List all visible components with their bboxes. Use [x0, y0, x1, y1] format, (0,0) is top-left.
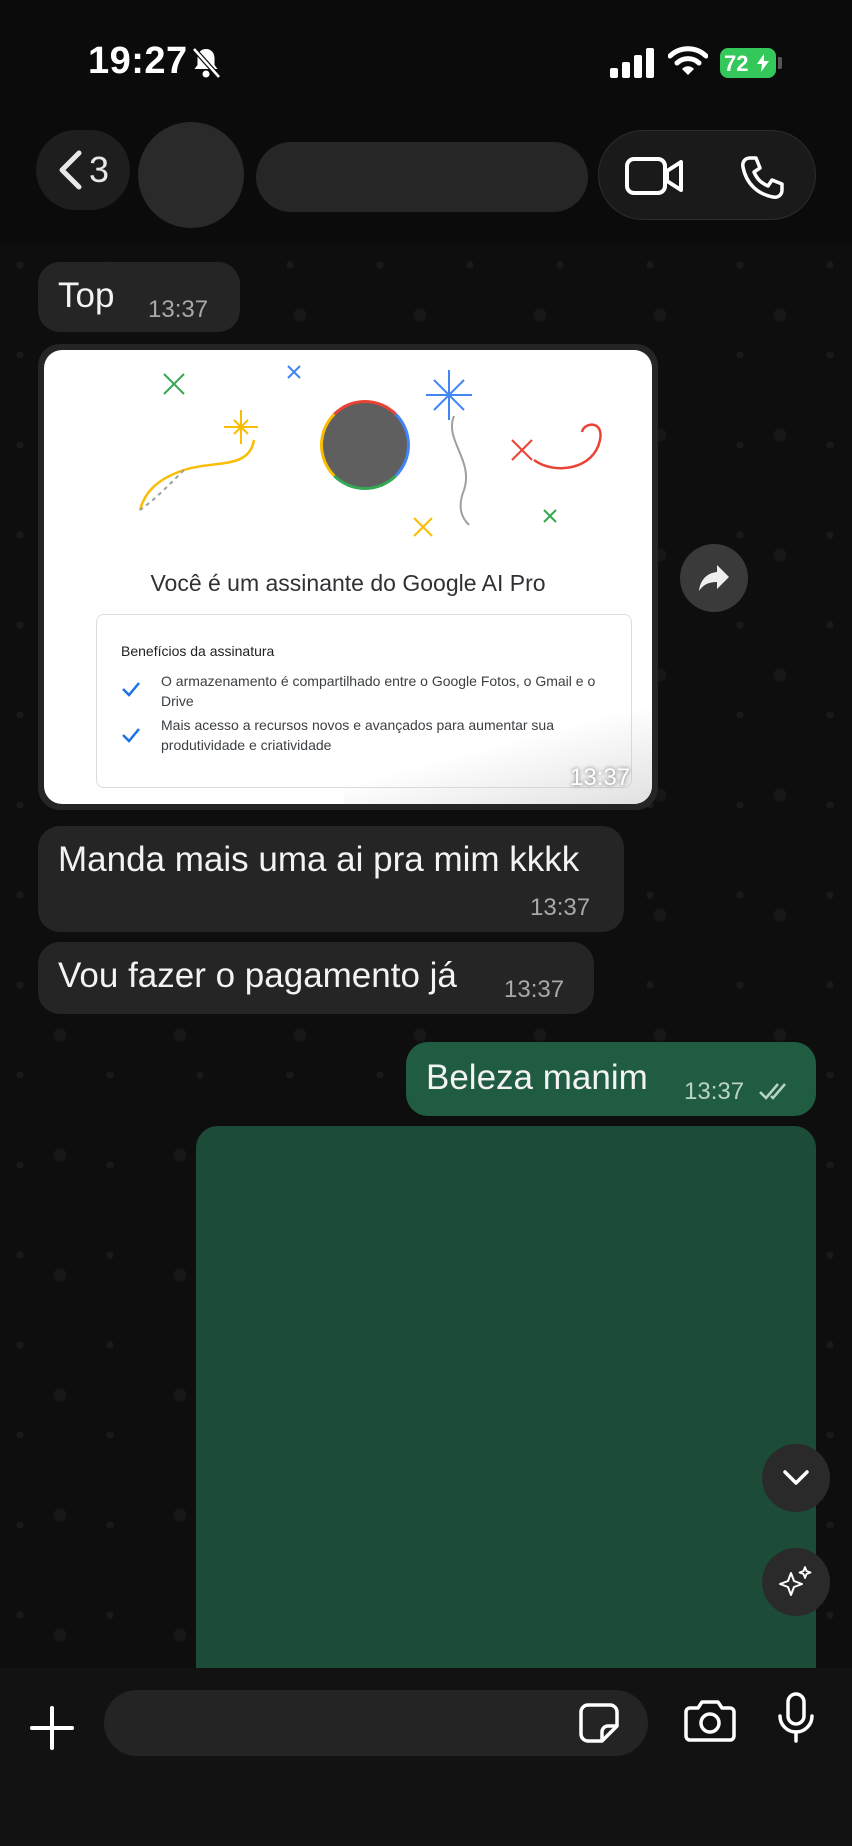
sticker-icon[interactable]: [578, 1702, 620, 1744]
forward-button[interactable]: [680, 544, 748, 612]
chevron-down-icon: [783, 1470, 809, 1485]
message-bubble[interactable]: Manda mais uma ai pra mim kkkk 13:37: [38, 826, 624, 932]
message-bubble[interactable]: Top 13:37: [38, 262, 240, 332]
bell-slash-icon: [192, 47, 221, 79]
message-time: 13:37: [504, 976, 565, 1003]
message-time: 13:37: [570, 764, 631, 791]
message-time: 13:37: [684, 1078, 745, 1105]
video-call-icon[interactable]: [625, 157, 683, 195]
call-actions: [598, 130, 816, 220]
message-time: 13:37: [148, 296, 209, 323]
unread-count: 3: [88, 149, 110, 190]
forward-icon: [699, 565, 729, 591]
message-bubble[interactable]: Vou fazer o pagamento já 13:37: [38, 942, 594, 1014]
battery-nub: [778, 57, 782, 69]
charging-bolt-icon: [757, 54, 769, 72]
battery-indicator: 72: [720, 48, 776, 78]
contact-avatar[interactable]: [138, 122, 244, 228]
google-avatar-circle: [320, 400, 410, 490]
image-preview[interactable]: Você é um assinante do Google AI Pro Ben…: [44, 350, 652, 804]
phone-icon[interactable]: [739, 155, 785, 201]
signal-icon: [610, 48, 654, 78]
double-check-icon: [759, 1083, 786, 1100]
composer-bar: [0, 1668, 852, 1846]
check-icon: [122, 728, 140, 743]
camera-icon[interactable]: [684, 1698, 736, 1742]
chat-header: 3: [0, 120, 852, 245]
battery-level: 72: [724, 51, 749, 76]
scroll-down-button[interactable]: [762, 1444, 830, 1512]
message-text: Vou fazer o pagamento já: [58, 956, 457, 995]
benefit-item: O armazenamento é compartilhado entre o …: [161, 673, 596, 709]
image-message[interactable]: Você é um assinante do Google AI Pro Ben…: [38, 344, 658, 810]
ai-sparkle-icon: [779, 1566, 812, 1596]
ai-assistant-button[interactable]: [762, 1548, 830, 1616]
contact-name[interactable]: [256, 142, 588, 212]
outgoing-media-message[interactable]: [196, 1126, 816, 1670]
message-input[interactable]: [104, 1690, 648, 1756]
plus-icon: [30, 1706, 74, 1750]
message-time: 13:37: [530, 894, 591, 921]
wifi-icon: [668, 46, 708, 75]
message-bubble-outgoing[interactable]: Beleza manim 13:37: [406, 1042, 816, 1116]
message-text: Beleza manim: [426, 1058, 648, 1097]
back-button[interactable]: 3: [36, 130, 130, 210]
message-text: Top: [58, 276, 115, 315]
microphone-icon[interactable]: [776, 1692, 816, 1744]
status-bar: 19:27 72: [0, 0, 852, 120]
chevron-left-icon: [59, 150, 82, 190]
status-time: 19:27: [88, 40, 188, 82]
attach-button[interactable]: [22, 1698, 82, 1758]
benefits-heading: Benefícios da assinatura: [121, 643, 275, 659]
message-text: Manda mais uma ai pra mim kkkk: [58, 840, 580, 879]
check-icon: [122, 682, 140, 697]
card-title: Você é um assinante do Google AI Pro: [150, 570, 546, 596]
